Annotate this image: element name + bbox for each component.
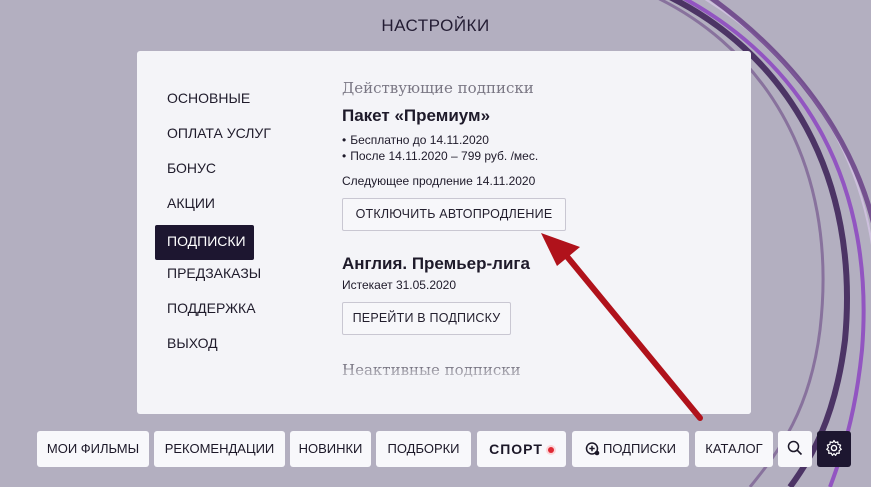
nav-my-films[interactable]: МОИ ФИЛЬМЫ: [37, 431, 149, 467]
menu-item-bonus[interactable]: БОНУС: [155, 155, 283, 190]
nav-sport[interactable]: СПОРТ: [477, 431, 566, 467]
menu-item-support[interactable]: ПОДДЕРЖКА: [155, 295, 283, 330]
settings-button[interactable]: [817, 431, 851, 467]
menu-item-preorders[interactable]: ПРЕДЗАКАЗЫ: [155, 260, 283, 295]
plus-circle-icon: [585, 442, 600, 456]
league-subscription-title: Англия. Премьер-лига: [342, 254, 530, 273]
nav-catalog[interactable]: КАТАЛОГ: [695, 431, 773, 467]
search-button[interactable]: [778, 431, 812, 467]
menu-item-logout[interactable]: ВЫХОД: [155, 330, 283, 365]
nav-recommendations[interactable]: РЕКОМЕНДАЦИИ: [154, 431, 285, 467]
active-subscriptions-heading: Действующие подписки: [342, 79, 534, 97]
menu-item-promotions[interactable]: АКЦИИ: [155, 190, 283, 225]
disable-autorenew-button[interactable]: ОТКЛЮЧИТЬ АВТОПРОДЛЕНИЕ: [342, 198, 566, 231]
menu-item-payment[interactable]: ОПЛАТА УСЛУГ: [155, 120, 283, 155]
page-title: НАСТРОЙКИ: [381, 16, 490, 35]
league-expiry: Истекает 31.05.2020: [342, 278, 457, 292]
premium-plan-title: Пакет «Премиум»: [342, 106, 491, 125]
subscriptions-content: Действующие подписки Пакет «Премиум» Бес…: [342, 79, 732, 335]
settings-panel: ОСНОВНЫЕ ОПЛАТА УСЛУГ БОНУС АКЦИИ ПОДПИС…: [137, 51, 751, 414]
menu-item-subscriptions[interactable]: ПОДПИСКИ: [155, 225, 254, 260]
premium-bullet-price: После 14.11.2020 – 799 руб. /мес.: [342, 148, 732, 164]
gear-icon: [826, 439, 842, 456]
menu-item-main[interactable]: ОСНОВНЫЕ: [155, 85, 283, 120]
scroll-fade: [327, 369, 751, 414]
search-icon: [787, 440, 803, 456]
nav-subscriptions[interactable]: ПОДПИСКИ: [572, 431, 689, 467]
premium-bullet-free: Бесплатно до 14.11.2020: [342, 132, 732, 148]
settings-menu: ОСНОВНЫЕ ОПЛАТА УСЛУГ БОНУС АКЦИИ ПОДПИС…: [155, 85, 283, 365]
premium-renewal-date: Следующее продление 14.11.2020: [342, 174, 536, 188]
subscriptions-nav-label: ПОДПИСКИ: [603, 441, 676, 456]
live-dot-icon: [547, 447, 554, 454]
nav-new[interactable]: НОВИНКИ: [290, 431, 371, 467]
sport-label: СПОРТ: [489, 441, 543, 457]
nav-collections[interactable]: ПОДБОРКИ: [376, 431, 471, 467]
goto-subscription-button[interactable]: ПЕРЕЙТИ В ПОДПИСКУ: [342, 302, 511, 335]
